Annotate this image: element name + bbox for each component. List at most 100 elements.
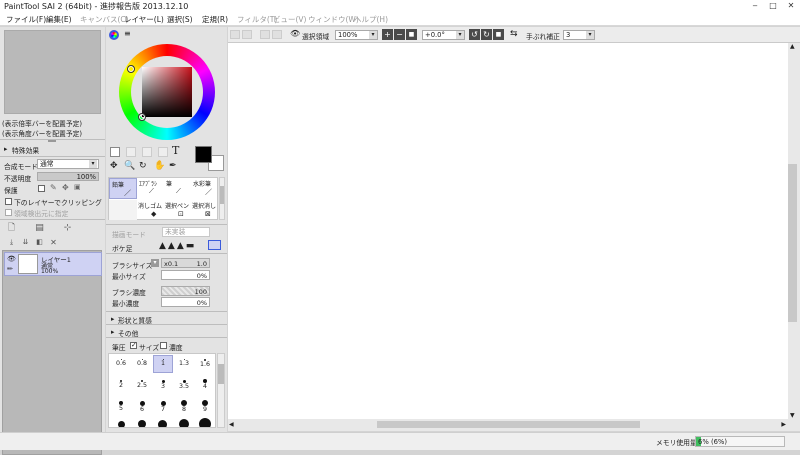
- delete-layer-icon[interactable]: ✕: [48, 237, 59, 248]
- horizontal-scroll-thumb[interactable]: [377, 421, 640, 428]
- expand-arrow-icon[interactable]: ▸: [111, 328, 114, 336]
- move-lock-icon[interactable]: ✥: [62, 183, 69, 192]
- hue-marker[interactable]: [127, 65, 135, 73]
- size-preset[interactable]: 6: [132, 400, 152, 418]
- eye-icon[interactable]: 👁: [7, 255, 16, 263]
- expand-arrow-icon[interactable]: ▸: [4, 145, 7, 153]
- size-preset-large[interactable]: [199, 418, 211, 427]
- color-swatch-empty[interactable]: [142, 147, 152, 157]
- color-swatch-empty[interactable]: [126, 147, 136, 157]
- rotate-reset-icon[interactable]: ■: [493, 29, 504, 40]
- zoom-in-icon[interactable]: +: [382, 29, 393, 40]
- menu-layer[interactable]: レイヤー(L): [124, 14, 164, 25]
- clipping-checkbox[interactable]: [5, 198, 12, 205]
- panel-resize-handle[interactable]: [48, 140, 56, 142]
- scroll-thumb[interactable]: [220, 186, 224, 204]
- tool-eraser[interactable]: 消しゴム ◆: [137, 200, 164, 220]
- clear-layer-icon[interactable]: ◧: [34, 237, 45, 248]
- menu-list-icon[interactable]: ≡: [124, 29, 131, 38]
- close-button[interactable]: ✕: [782, 0, 800, 12]
- text-tool-icon[interactable]: T: [172, 144, 179, 157]
- foreground-color-swatch[interactable]: [195, 146, 212, 163]
- expand-arrow-icon[interactable]: ▸: [111, 315, 114, 323]
- menu-canvas[interactable]: キャンバス(C): [80, 14, 129, 25]
- lock-icon[interactable]: ▣: [74, 183, 81, 191]
- tool-watercolor[interactable]: 水彩筆 ／: [191, 178, 218, 199]
- flip-horizontal-icon[interactable]: ⇆: [510, 29, 518, 39]
- scroll-thumb[interactable]: [218, 364, 224, 384]
- tool-tabs-scrollbar[interactable]: [219, 177, 225, 220]
- protect-transparency-checkbox[interactable]: [38, 185, 45, 192]
- tool-pencil[interactable]: 鉛筆 ／: [109, 178, 137, 199]
- size-preset[interactable]: 9: [195, 400, 215, 418]
- rotate-left-icon[interactable]: ↺: [469, 29, 480, 40]
- move-tool-icon[interactable]: ✥: [110, 161, 118, 171]
- edge-shape-selected[interactable]: [208, 240, 221, 250]
- size-preset[interactable]: 1.6: [195, 356, 215, 374]
- brush-size-slider[interactable]: x0.1 1.0: [161, 258, 210, 268]
- new-layer-icon[interactable]: 🗋: [6, 223, 17, 234]
- size-preset-selected[interactable]: 1: [153, 355, 173, 373]
- hand-tool-icon[interactable]: ✋: [154, 161, 165, 171]
- eye-icon[interactable]: 👁: [290, 29, 300, 38]
- toolbar-button-disabled[interactable]: [260, 30, 270, 39]
- transfer-down-icon[interactable]: ⤓: [6, 237, 17, 248]
- zoom-reset-icon[interactable]: ■: [406, 29, 417, 40]
- pressure-density-label[interactable]: 濃度: [169, 342, 183, 352]
- menu-edit[interactable]: 編集(E): [46, 14, 72, 25]
- new-folder-icon[interactable]: ▤: [34, 223, 45, 234]
- minimize-button[interactable]: ‒: [746, 0, 764, 12]
- menu-ruler[interactable]: 定規(R): [202, 14, 228, 25]
- rotate-tool-icon[interactable]: ↻: [139, 161, 147, 171]
- size-preset[interactable]: 3: [153, 378, 173, 396]
- stabilizer-select[interactable]: 3 ▾: [563, 30, 595, 40]
- color-swatch-small[interactable]: [110, 147, 120, 157]
- maximize-button[interactable]: □: [764, 0, 782, 12]
- scroll-left-icon[interactable]: ◀: [229, 421, 234, 428]
- color-swatch-empty[interactable]: [158, 147, 168, 157]
- rotate-right-icon[interactable]: ↻: [481, 29, 492, 40]
- new-special-layer-icon[interactable]: ⊹: [62, 223, 73, 234]
- scroll-down-icon[interactable]: ▼: [790, 412, 795, 419]
- brush-density-slider[interactable]: 100: [161, 286, 210, 296]
- min-size-slider[interactable]: 0%: [161, 270, 210, 280]
- scroll-right-icon[interactable]: ▶: [781, 421, 786, 428]
- menu-help[interactable]: ヘルプ(H): [354, 14, 388, 25]
- zoom-tool-icon[interactable]: 🔍: [124, 161, 135, 171]
- color-wheel-tab-icon[interactable]: [109, 30, 119, 40]
- size-preset-large[interactable]: [158, 420, 167, 427]
- tool-empty-slot[interactable]: [109, 200, 137, 220]
- chevron-down-icon[interactable]: ▾: [151, 259, 159, 267]
- size-preset-large[interactable]: [118, 421, 125, 427]
- menu-select[interactable]: 選択(S): [167, 14, 193, 25]
- tool-brush[interactable]: 筆 ⟋: [164, 178, 191, 199]
- selection-source-label[interactable]: 領域検出元に指定: [14, 208, 68, 218]
- blend-mode-select[interactable]: 通常 ▾: [37, 159, 99, 169]
- menu-view[interactable]: ビュー(V): [273, 14, 306, 25]
- vertical-scroll-thumb[interactable]: [788, 164, 797, 322]
- selection-area-label[interactable]: 選択領域: [302, 31, 329, 41]
- selection-source-checkbox[interactable]: [5, 209, 12, 216]
- opacity-slider[interactable]: 100%: [37, 172, 99, 181]
- draw-mode-select[interactable]: 未実装: [162, 227, 210, 237]
- scroll-up-icon[interactable]: ▲: [790, 43, 795, 50]
- menu-file[interactable]: ファイル(F): [6, 14, 46, 25]
- tool-select-pen[interactable]: 選択ペン ⊡: [164, 200, 191, 220]
- layer-item[interactable]: 👁 ✏ レイヤー1 通常 100%: [4, 252, 102, 276]
- toolbar-button-disabled[interactable]: [230, 30, 240, 39]
- size-preset-large[interactable]: [179, 419, 189, 427]
- pressure-size-label[interactable]: サイズ: [139, 342, 159, 352]
- tool-airbrush[interactable]: ｴｱﾌﾞﾗｼ ⟋: [137, 178, 164, 199]
- color-marker[interactable]: [138, 113, 146, 121]
- zoom-out-icon[interactable]: −: [394, 29, 405, 40]
- merge-down-icon[interactable]: ⇊: [20, 237, 31, 248]
- toolbar-button-disabled[interactable]: [272, 30, 282, 39]
- navigator-preview[interactable]: [4, 30, 101, 114]
- size-preset[interactable]: 2.5: [132, 378, 152, 396]
- presets-scrollbar[interactable]: [217, 353, 225, 428]
- pressure-density-checkbox[interactable]: [160, 342, 167, 349]
- eyedropper-icon[interactable]: ✒: [169, 161, 177, 171]
- zoom-select[interactable]: 100% ▾: [335, 30, 378, 40]
- saturation-value-square[interactable]: [142, 67, 192, 117]
- size-preset[interactable]: 0.6: [111, 356, 131, 374]
